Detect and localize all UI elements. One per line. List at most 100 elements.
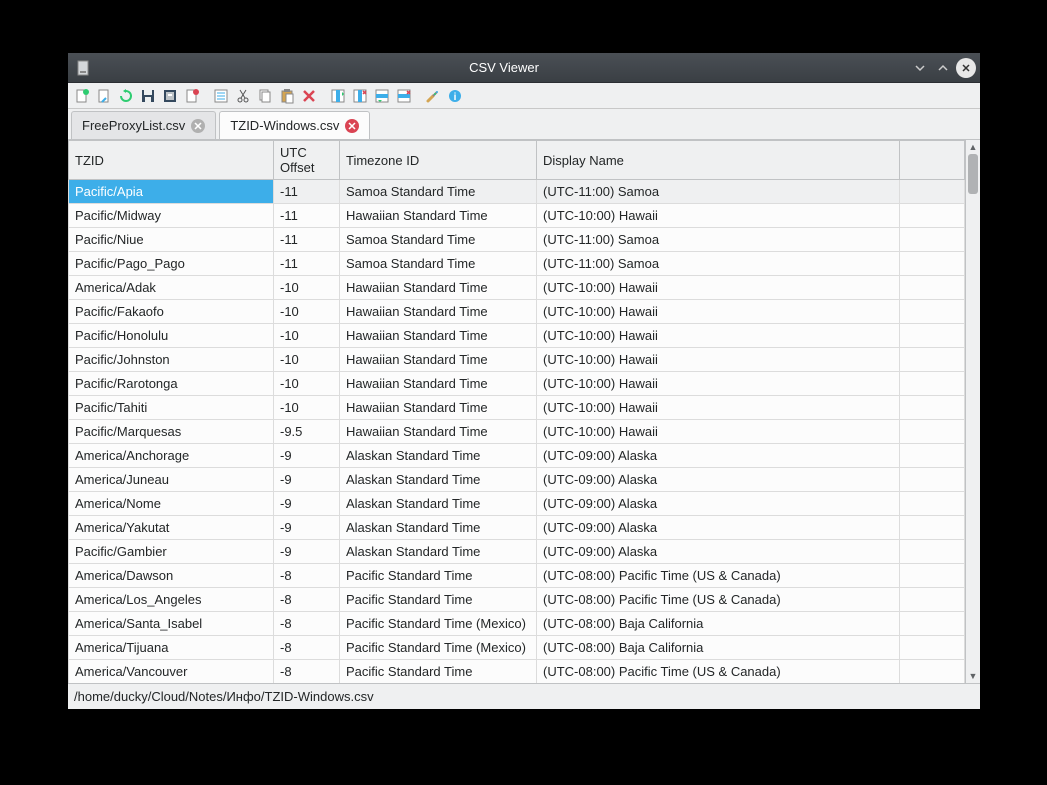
cell-tzname[interactable]: Pacific Standard Time xyxy=(340,564,537,588)
cell-offset[interactable]: -9.5 xyxy=(274,420,340,444)
cell-tzid[interactable]: America/Yakutat xyxy=(69,516,274,540)
cell-display[interactable]: (UTC-10:00) Hawaii xyxy=(537,348,900,372)
table-row[interactable]: America/Juneau-9Alaskan Standard Time(UT… xyxy=(69,468,965,492)
tab-freeproxylist[interactable]: FreeProxyList.csv xyxy=(71,111,216,139)
tab-close-icon[interactable] xyxy=(191,119,205,133)
cell-tzname[interactable]: Hawaiian Standard Time xyxy=(340,420,537,444)
cell-extra[interactable] xyxy=(900,612,965,636)
cell-tzid[interactable]: America/Vancouver xyxy=(69,660,274,684)
table-row[interactable]: Pacific/Fakaofo-10Hawaiian Standard Time… xyxy=(69,300,965,324)
cell-display[interactable]: (UTC-11:00) Samoa xyxy=(537,228,900,252)
table-row[interactable]: Pacific/Pago_Pago-11Samoa Standard Time(… xyxy=(69,252,965,276)
copy-button[interactable] xyxy=(255,86,275,106)
table-row[interactable]: America/Yakutat-9Alaskan Standard Time(U… xyxy=(69,516,965,540)
cell-offset[interactable]: -11 xyxy=(274,204,340,228)
cell-offset[interactable]: -9 xyxy=(274,468,340,492)
cell-tzname[interactable]: Pacific Standard Time xyxy=(340,660,537,684)
cell-offset[interactable]: -9 xyxy=(274,492,340,516)
cell-offset[interactable]: -11 xyxy=(274,252,340,276)
cell-display[interactable]: (UTC-09:00) Alaska xyxy=(537,540,900,564)
cell-tzid[interactable]: Pacific/Rarotonga xyxy=(69,372,274,396)
cell-display[interactable]: (UTC-10:00) Hawaii xyxy=(537,204,900,228)
cell-tzname[interactable]: Alaskan Standard Time xyxy=(340,444,537,468)
table-row[interactable]: America/Anchorage-9Alaskan Standard Time… xyxy=(69,444,965,468)
cell-tzid[interactable]: America/Nome xyxy=(69,492,274,516)
cell-display[interactable]: (UTC-09:00) Alaska xyxy=(537,468,900,492)
table-row[interactable]: Pacific/Honolulu-10Hawaiian Standard Tim… xyxy=(69,324,965,348)
column-header-offset[interactable]: UTC Offset xyxy=(274,141,340,180)
cell-display[interactable]: (UTC-08:00) Pacific Time (US & Canada) xyxy=(537,564,900,588)
table-row[interactable]: Pacific/Apia-11Samoa Standard Time(UTC-1… xyxy=(69,180,965,204)
cell-tzname[interactable]: Pacific Standard Time (Mexico) xyxy=(340,612,537,636)
scroll-down-arrow-icon[interactable]: ▼ xyxy=(966,669,980,683)
cell-tzname[interactable]: Samoa Standard Time xyxy=(340,228,537,252)
cell-display[interactable]: (UTC-08:00) Baja California xyxy=(537,636,900,660)
cell-offset[interactable]: -10 xyxy=(274,396,340,420)
insert-column-button[interactable] xyxy=(328,86,348,106)
column-header-extra[interactable] xyxy=(900,141,965,180)
table-row[interactable]: Pacific/Rarotonga-10Hawaiian Standard Ti… xyxy=(69,372,965,396)
cell-tzname[interactable]: Alaskan Standard Time xyxy=(340,468,537,492)
cell-display[interactable]: (UTC-08:00) Pacific Time (US & Canada) xyxy=(537,660,900,684)
cell-offset[interactable]: -11 xyxy=(274,180,340,204)
cell-tzname[interactable]: Pacific Standard Time (Mexico) xyxy=(340,636,537,660)
cell-offset[interactable]: -8 xyxy=(274,636,340,660)
tab-tzid-windows[interactable]: TZID-Windows.csv xyxy=(219,111,370,140)
cell-extra[interactable] xyxy=(900,276,965,300)
cell-tzname[interactable]: Alaskan Standard Time xyxy=(340,492,537,516)
insert-row-button[interactable] xyxy=(372,86,392,106)
delete-button[interactable] xyxy=(299,86,319,106)
cell-offset[interactable]: -9 xyxy=(274,516,340,540)
info-button[interactable]: i xyxy=(445,86,465,106)
cell-extra[interactable] xyxy=(900,636,965,660)
cell-tzid[interactable]: America/Tijuana xyxy=(69,636,274,660)
cell-tzid[interactable]: Pacific/Fakaofo xyxy=(69,300,274,324)
table-row[interactable]: America/Santa_Isabel-8Pacific Standard T… xyxy=(69,612,965,636)
maximize-button[interactable] xyxy=(933,58,953,78)
tab-close-icon[interactable] xyxy=(345,119,359,133)
cell-display[interactable]: (UTC-10:00) Hawaii xyxy=(537,420,900,444)
cut-button[interactable] xyxy=(233,86,253,106)
cell-extra[interactable] xyxy=(900,372,965,396)
cell-offset[interactable]: -9 xyxy=(274,540,340,564)
cell-tzid[interactable]: Pacific/Tahiti xyxy=(69,396,274,420)
scroll-thumb[interactable] xyxy=(968,154,978,194)
cell-extra[interactable] xyxy=(900,540,965,564)
cell-display[interactable]: (UTC-10:00) Hawaii xyxy=(537,372,900,396)
minimize-button[interactable] xyxy=(910,58,930,78)
new-file-button[interactable] xyxy=(72,86,92,106)
table-row[interactable]: America/Nome-9Alaskan Standard Time(UTC-… xyxy=(69,492,965,516)
cell-display[interactable]: (UTC-11:00) Samoa xyxy=(537,180,900,204)
cell-extra[interactable] xyxy=(900,468,965,492)
column-header-timezone-id[interactable]: Timezone ID xyxy=(340,141,537,180)
cell-extra[interactable] xyxy=(900,660,965,684)
settings-button[interactable] xyxy=(423,86,443,106)
cell-display[interactable]: (UTC-10:00) Hawaii xyxy=(537,324,900,348)
close-file-button[interactable] xyxy=(182,86,202,106)
cell-display[interactable]: (UTC-10:00) Hawaii xyxy=(537,396,900,420)
cell-display[interactable]: (UTC-09:00) Alaska xyxy=(537,492,900,516)
cell-extra[interactable] xyxy=(900,516,965,540)
table-row[interactable]: Pacific/Marquesas-9.5Hawaiian Standard T… xyxy=(69,420,965,444)
cell-tzid[interactable]: Pacific/Marquesas xyxy=(69,420,274,444)
save-button[interactable] xyxy=(138,86,158,106)
cell-tzid[interactable]: Pacific/Gambier xyxy=(69,540,274,564)
cell-tzname[interactable]: Pacific Standard Time xyxy=(340,588,537,612)
save-all-button[interactable] xyxy=(160,86,180,106)
cell-tzname[interactable]: Hawaiian Standard Time xyxy=(340,372,537,396)
table-row[interactable]: America/Adak-10Hawaiian Standard Time(UT… xyxy=(69,276,965,300)
vertical-scrollbar[interactable]: ▲ ▼ xyxy=(965,140,980,683)
cell-offset[interactable]: -8 xyxy=(274,660,340,684)
cell-extra[interactable] xyxy=(900,396,965,420)
cell-offset[interactable]: -10 xyxy=(274,348,340,372)
cell-extra[interactable] xyxy=(900,564,965,588)
cell-offset[interactable]: -11 xyxy=(274,228,340,252)
table-row[interactable]: Pacific/Midway-11Hawaiian Standard Time(… xyxy=(69,204,965,228)
cell-extra[interactable] xyxy=(900,228,965,252)
reload-button[interactable] xyxy=(116,86,136,106)
cell-display[interactable]: (UTC-10:00) Hawaii xyxy=(537,300,900,324)
cell-extra[interactable] xyxy=(900,492,965,516)
cell-tzid[interactable]: America/Anchorage xyxy=(69,444,274,468)
cell-offset[interactable]: -8 xyxy=(274,612,340,636)
table-row[interactable]: America/Vancouver-8Pacific Standard Time… xyxy=(69,660,965,684)
